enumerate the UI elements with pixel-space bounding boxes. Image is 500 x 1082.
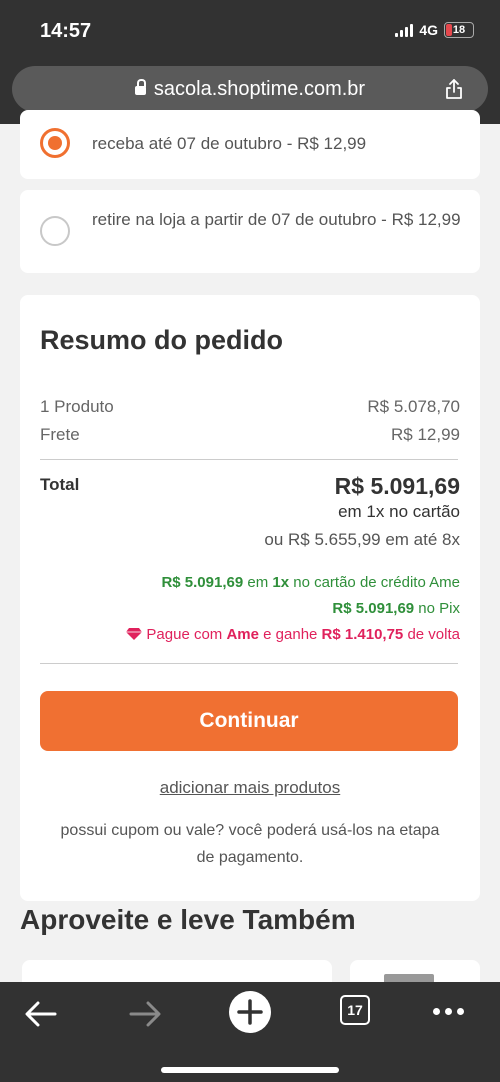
battery-icon: 18 xyxy=(444,22,474,38)
radio-selected[interactable] xyxy=(40,128,70,158)
ame-cashback-offer: Pague com Ame e ganhe R$ 1.410,75 de vol… xyxy=(126,626,460,643)
battery-level: 18 xyxy=(452,24,466,36)
add-more-products-link[interactable]: adicionar mais produtos xyxy=(20,778,480,798)
cashback-amount: R$ 1.410,75 xyxy=(321,626,404,643)
forward-arrow-icon[interactable] xyxy=(125,994,165,1034)
status-time: 14:57 xyxy=(40,20,92,42)
ame-card-text: em xyxy=(243,574,273,591)
products-label: 1 Produto xyxy=(40,397,114,416)
cashback-text: Pague com xyxy=(146,626,227,643)
alt-installment-line: ou R$ 5.655,99 em até 8x xyxy=(264,530,460,549)
section-title-also-buy: Aproveite e leve Também xyxy=(20,904,356,935)
total-label: Total xyxy=(40,475,80,494)
ame-card-times: 1x xyxy=(272,574,290,591)
radio-unselected[interactable] xyxy=(40,216,70,246)
installment-line: em 1x no cartão xyxy=(338,502,460,521)
order-summary-card: Resumo do pedido 1 Produto R$ 5.078,70 F… xyxy=(20,295,480,901)
status-bar: 14:57 4G 18 xyxy=(0,0,500,62)
divider xyxy=(40,663,458,664)
share-icon[interactable] xyxy=(442,77,466,101)
coupon-note: possui cupom ou vale? você poderá usá-lo… xyxy=(60,822,440,866)
pix-amount: R$ 5.091,69 xyxy=(332,600,415,617)
summary-title: Resumo do pedido xyxy=(40,325,283,355)
tabs-button[interactable]: 17 xyxy=(340,995,370,1025)
products-value: R$ 5.078,70 xyxy=(367,397,460,416)
ame-gem-icon xyxy=(126,628,143,640)
continue-button[interactable]: Continuar xyxy=(40,691,458,751)
cashback-text: de volta xyxy=(403,626,460,643)
more-menu-icon[interactable] xyxy=(433,1008,464,1015)
ame-card-amount: R$ 5.091,69 xyxy=(161,574,244,591)
url-text: sacola.shoptime.com.br xyxy=(153,77,366,100)
divider xyxy=(40,459,458,460)
cashback-brand: Ame xyxy=(226,626,259,643)
ame-card-offer: R$ 5.091,69 em 1x no cartão de crédito A… xyxy=(161,574,460,591)
status-indicators: 4G 18 xyxy=(395,22,474,38)
delivery-option-home[interactable]: receba até 07 de outubro - R$ 12,99 xyxy=(20,110,480,179)
total-value: R$ 5.091,69 xyxy=(334,473,460,499)
cellular-signal-icon xyxy=(395,23,414,37)
back-arrow-icon[interactable] xyxy=(21,994,61,1034)
pix-offer: R$ 5.091,69 no Pix xyxy=(332,600,460,617)
add-more-products-label[interactable]: adicionar mais produtos xyxy=(160,778,340,797)
delivery-option-label: retire na loja a partir de 07 de outubro… xyxy=(92,210,461,229)
address-bar[interactable]: sacola.shoptime.com.br xyxy=(12,66,488,112)
delivery-option-label: receba até 07 de outubro - R$ 12,99 xyxy=(92,134,367,153)
network-type: 4G xyxy=(419,22,438,38)
delivery-option-pickup[interactable]: retire na loja a partir de 07 de outubro… xyxy=(20,190,480,273)
new-tab-plus-icon[interactable] xyxy=(228,990,272,1034)
home-indicator xyxy=(161,1067,339,1073)
cashback-text: e ganhe xyxy=(258,626,322,643)
pix-text: no Pix xyxy=(414,600,460,617)
lock-icon xyxy=(134,79,146,95)
shipping-label: Frete xyxy=(40,425,80,444)
ame-card-text: no cartão de crédito Ame xyxy=(289,574,460,591)
shipping-value: R$ 12,99 xyxy=(391,425,460,444)
